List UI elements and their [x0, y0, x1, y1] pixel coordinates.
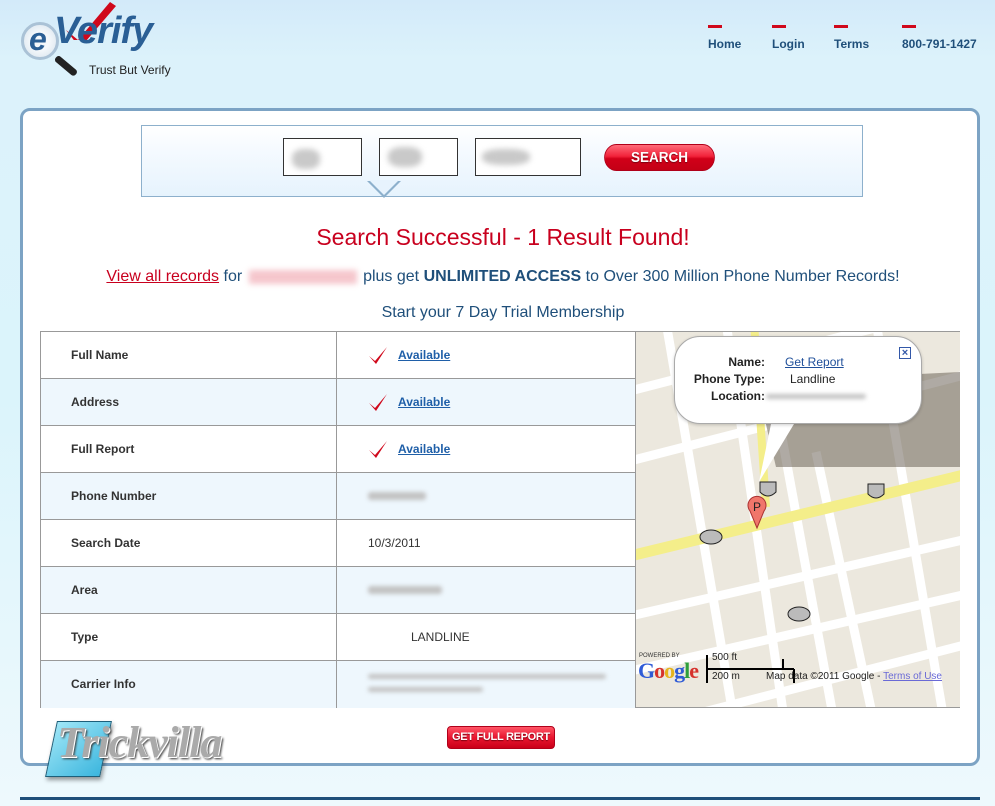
table-row: Phone Number — [41, 473, 635, 520]
results-table: Full Name Available Address Available Fu… — [40, 331, 960, 708]
available-link[interactable]: Available — [398, 426, 450, 472]
close-icon[interactable]: × — [899, 347, 911, 359]
table-row: Type LANDLINE — [41, 614, 635, 661]
footer-divider — [20, 797, 980, 800]
nav-terms[interactable]: Terms — [834, 25, 869, 51]
search-box: SEARCH — [141, 125, 863, 197]
svg-text:P: P — [753, 500, 761, 514]
redacted-phone-number — [368, 492, 426, 500]
redacted-location — [766, 394, 866, 399]
map-footer: POWERED BY Google 500 ft 200 m Map data … — [638, 652, 942, 684]
view-all-records-link[interactable]: View all records — [106, 268, 219, 285]
trickvilla-watermark: Trickvilla — [45, 715, 260, 785]
upsell-line: View all records for plus get UNLIMITED … — [106, 268, 900, 285]
table-row: Address Available — [41, 379, 635, 426]
search-button[interactable]: SEARCH — [604, 144, 715, 171]
checkmark-icon — [369, 394, 387, 411]
tagline: Trust But Verify — [89, 63, 171, 77]
trial-text: Start your 7 Day Trial Membership — [381, 304, 625, 321]
location-map[interactable]: P × Name: Get Report Phone Type: Landlin… — [635, 332, 960, 707]
prefix-input[interactable] — [379, 138, 458, 176]
area-code-input[interactable] — [283, 138, 362, 176]
map-marker-icon[interactable]: P — [746, 494, 768, 530]
get-report-link[interactable]: Get Report — [785, 355, 844, 369]
nav-phone[interactable]: 800-791-1427 — [902, 25, 977, 51]
logo-wordmark: Verify — [54, 10, 153, 52]
redacted-phone — [248, 269, 357, 284]
nav-login[interactable]: Login — [772, 25, 805, 51]
result-headline: Search Successful - 1 Result Found! — [316, 224, 690, 250]
map-info-bubble: × Name: Get Report Phone Type: Landline … — [674, 336, 922, 424]
checkmark-icon — [369, 347, 387, 364]
checkmark-icon — [369, 441, 387, 458]
line-number-input[interactable] — [475, 138, 581, 176]
redacted-carrier — [368, 674, 606, 679]
available-link[interactable]: Available — [398, 379, 450, 425]
table-row: Full Report Available — [41, 426, 635, 473]
google-logo[interactable]: Google — [638, 658, 699, 684]
table-row: Carrier Info — [41, 661, 635, 708]
terms-of-use-link[interactable]: Terms of Use — [883, 671, 942, 682]
table-row: Full Name Available — [41, 332, 635, 379]
nav-home[interactable]: Home — [708, 25, 741, 51]
table-row: Area — [41, 567, 635, 614]
available-link[interactable]: Available — [398, 332, 450, 378]
magnifier-handle — [53, 54, 79, 77]
get-full-report-button[interactable]: GET FULL REPORT — [447, 726, 555, 749]
table-row: Search Date 10/3/2011 — [41, 520, 635, 567]
redacted-area — [368, 586, 442, 594]
main-panel: SEARCH Search Successful - 1 Result Foun… — [20, 108, 980, 766]
